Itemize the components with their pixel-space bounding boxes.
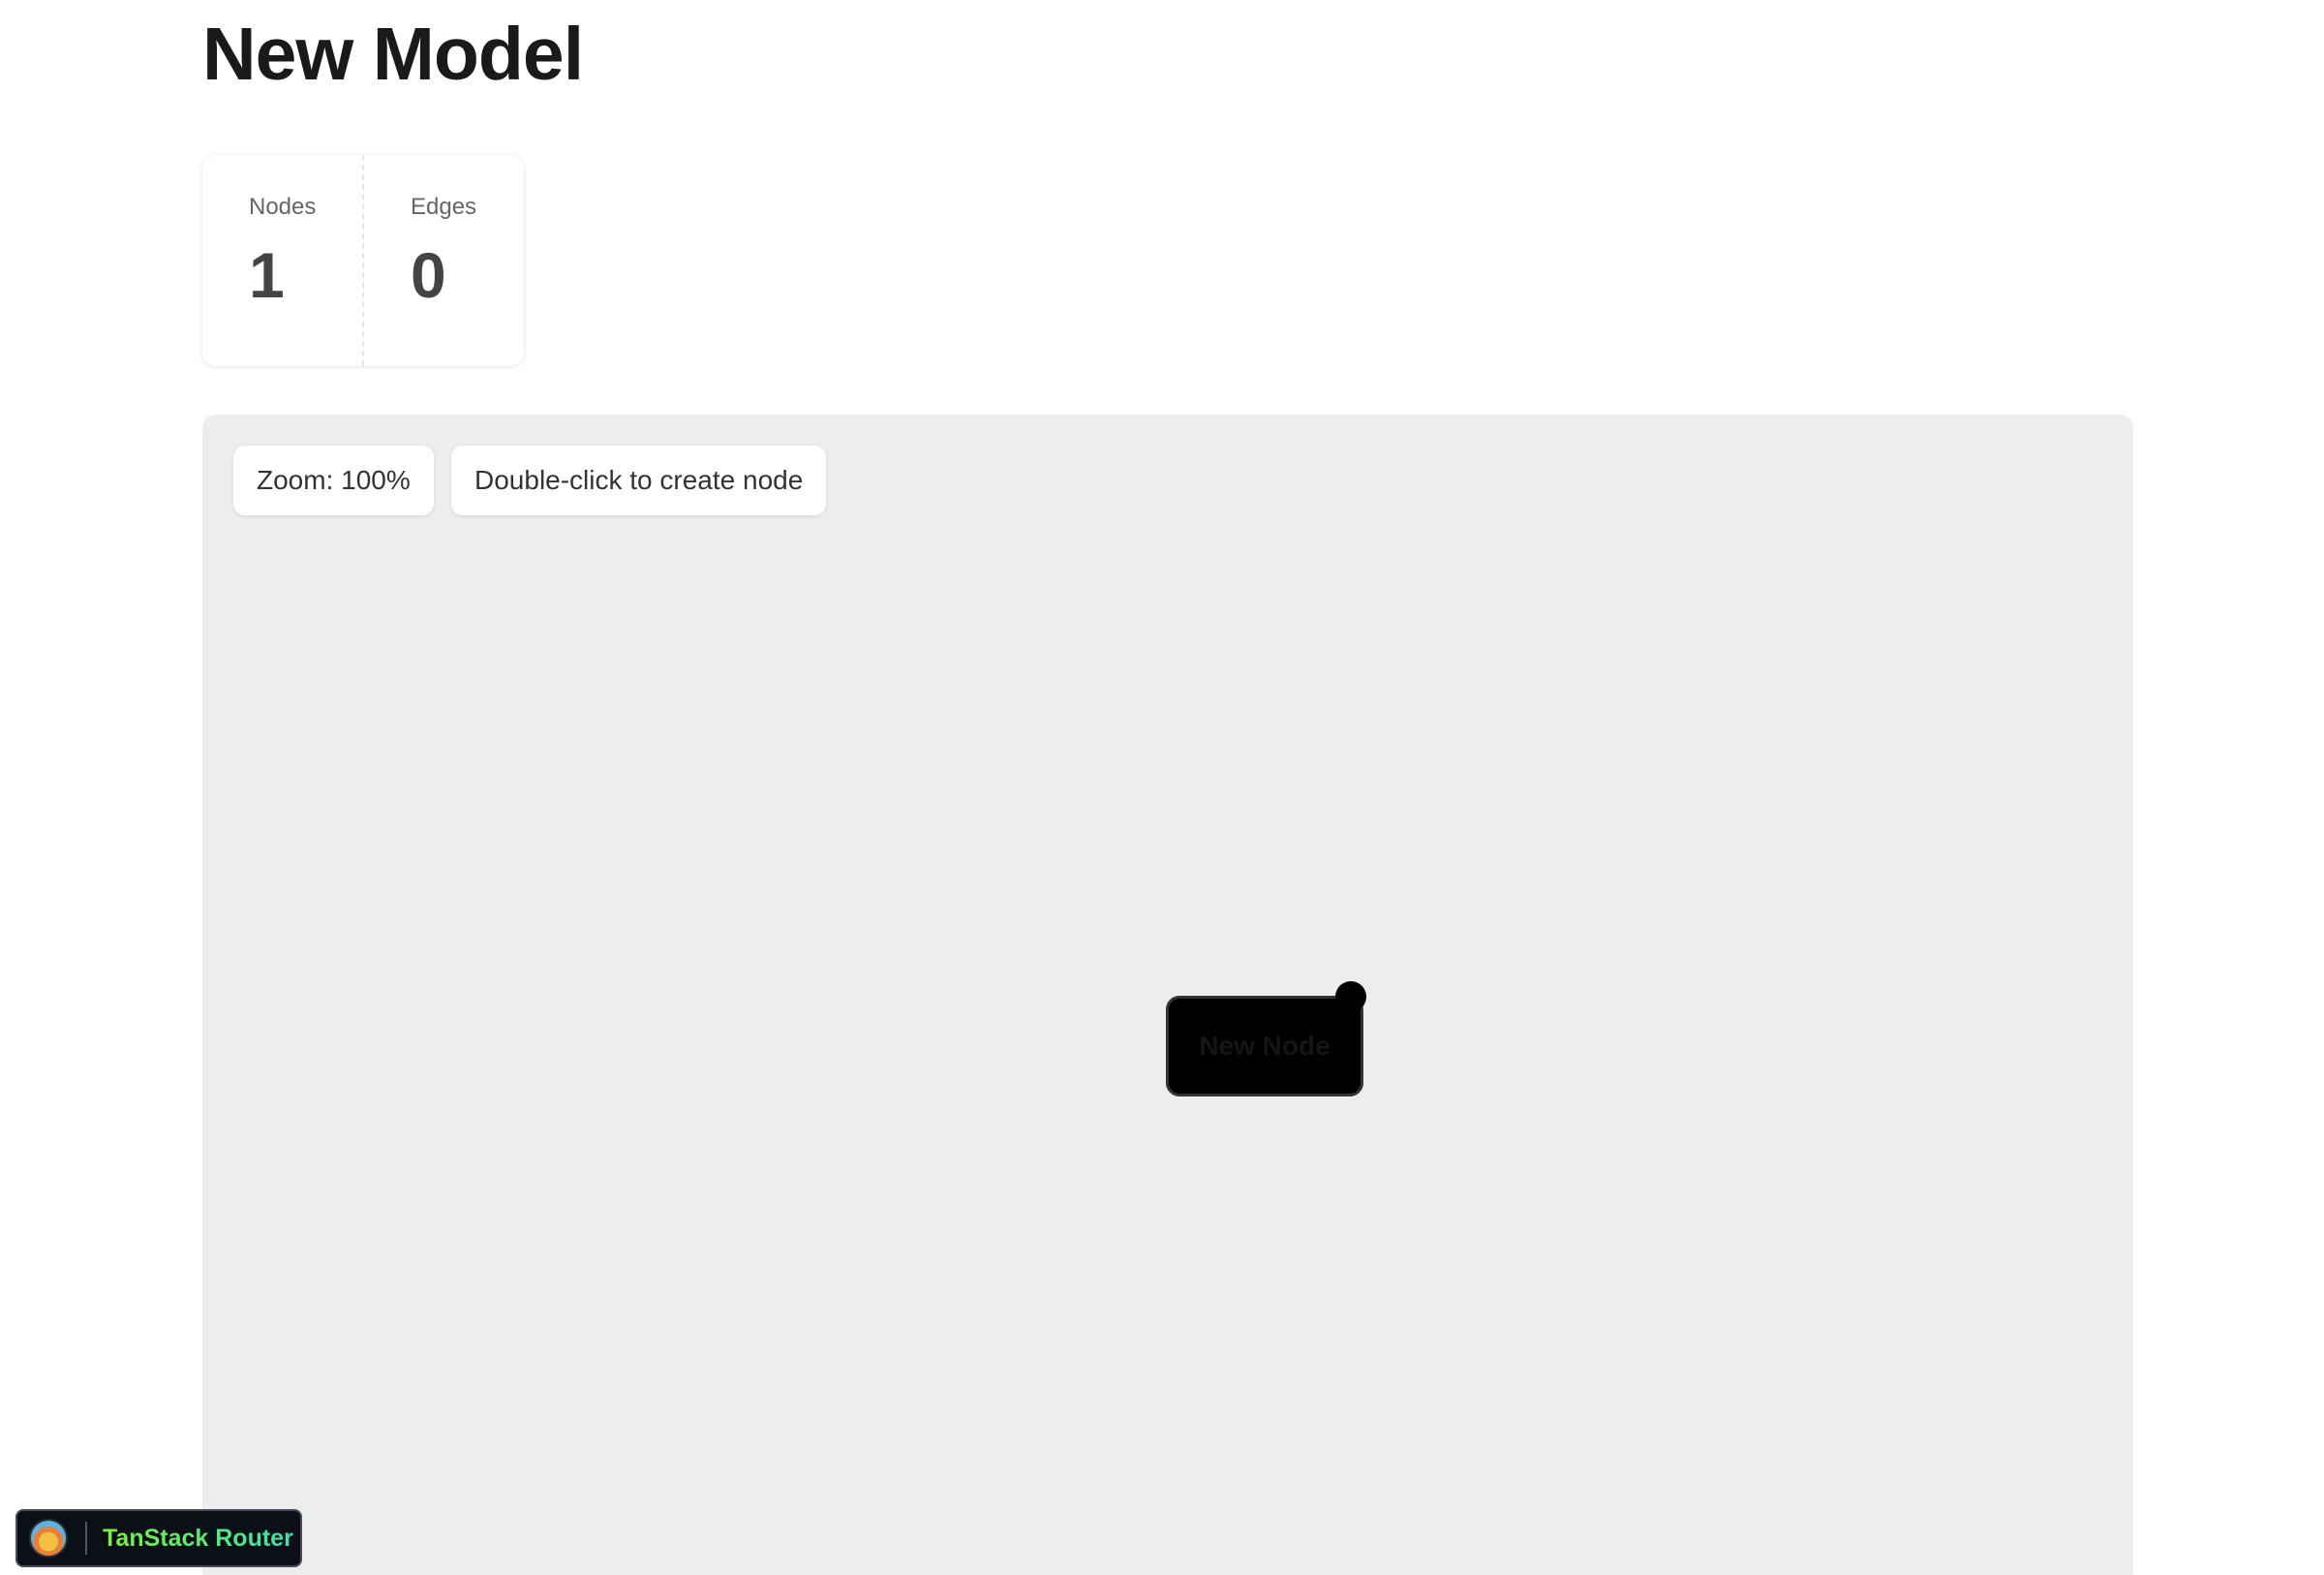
- stats-card: Nodes 1 Edges 0: [202, 155, 524, 366]
- create-node-hint: Double-click to create node: [451, 446, 827, 515]
- page: New Model Nodes 1 Edges 0 Zoom: 100% Dou…: [0, 0, 2324, 1575]
- zoom-indicator: Zoom: 100%: [233, 446, 434, 515]
- stat-nodes-label: Nodes: [249, 194, 317, 220]
- node-connection-handle[interactable]: [1335, 981, 1366, 1012]
- devtools-label: TanStack Router: [103, 1524, 293, 1552]
- page-title: New Model: [202, 13, 584, 96]
- stat-edges-value: 0: [411, 239, 446, 312]
- badge-divider: [85, 1522, 87, 1555]
- stat-nodes: Nodes 1: [202, 155, 362, 366]
- stat-edges-label: Edges: [411, 194, 477, 220]
- graph-node[interactable]: New Node: [1166, 981, 1366, 1096]
- tanstack-logo-icon: [29, 1519, 68, 1558]
- model-canvas[interactable]: Zoom: 100% Double-click to create node N…: [202, 415, 2133, 1575]
- graph-node-label: New Node: [1199, 1031, 1330, 1061]
- tanstack-router-devtools-button[interactable]: TanStack Router: [15, 1509, 302, 1567]
- stat-edges: Edges 0: [362, 155, 524, 366]
- stat-nodes-value: 1: [249, 239, 285, 312]
